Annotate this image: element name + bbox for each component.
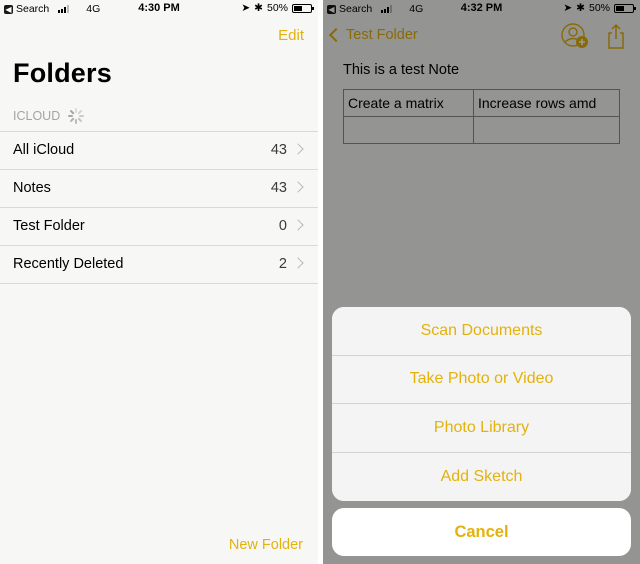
photo-library-button[interactable]: Photo Library xyxy=(332,404,631,453)
folder-row[interactable]: All iCloud 43 xyxy=(0,132,318,170)
location-icon: ➤ xyxy=(241,2,251,14)
new-folder-button[interactable]: New Folder xyxy=(229,537,303,553)
folders-screen: ◀ Search 4G 4:30 PM ➤ ✱ 50% Edit Folders… xyxy=(0,0,318,564)
status-bar: ◀ Search 4G 4:30 PM ➤ ✱ 50% xyxy=(0,0,318,18)
note-screen: ◀ Search 4G 4:32 PM ➤ ✱ 50% Test Folder xyxy=(323,0,640,564)
chevron-right-icon xyxy=(292,143,304,155)
scan-documents-button[interactable]: Scan Documents xyxy=(332,307,631,356)
section-label: ICLOUD xyxy=(13,109,61,123)
folder-list: All iCloud 43 Notes 43 Test Folder 0 Recently … xyxy=(0,131,318,284)
battery-percent: 50% xyxy=(266,2,288,14)
loading-spinner-icon xyxy=(68,108,85,124)
folder-count: 43 xyxy=(270,180,287,196)
action-sheet: Scan Documents Take Photo or Video Photo L… xyxy=(332,307,631,501)
take-photo-or-video-button[interactable]: Take Photo or Video xyxy=(332,355,631,404)
section-header-icloud: ICLOUD xyxy=(13,108,85,124)
battery-icon xyxy=(292,3,314,13)
folder-name: Recently Deleted xyxy=(13,256,124,272)
battery-fill xyxy=(294,5,302,11)
page-title: Folders xyxy=(13,58,112,88)
folder-row[interactable]: Notes 43 xyxy=(0,170,318,208)
folder-row[interactable]: Recently Deleted 2 xyxy=(0,246,318,284)
folder-count: 43 xyxy=(270,142,287,158)
cancel-button[interactable]: Cancel xyxy=(332,508,631,556)
folder-row[interactable]: Test Folder 0 xyxy=(0,208,318,246)
folder-count: 0 xyxy=(278,218,287,234)
folder-count: 2 xyxy=(278,256,287,272)
bluetooth-icon: ✱ xyxy=(254,2,263,14)
edit-button[interactable]: Edit xyxy=(278,27,304,44)
add-sketch-button[interactable]: Add Sketch xyxy=(332,452,631,501)
folder-name: Test Folder xyxy=(13,218,85,234)
chevron-right-icon xyxy=(292,219,304,231)
folder-name: Notes xyxy=(13,180,51,196)
folder-name: All iCloud xyxy=(13,142,75,158)
chevron-right-icon xyxy=(292,181,304,193)
chevron-right-icon xyxy=(292,257,304,269)
